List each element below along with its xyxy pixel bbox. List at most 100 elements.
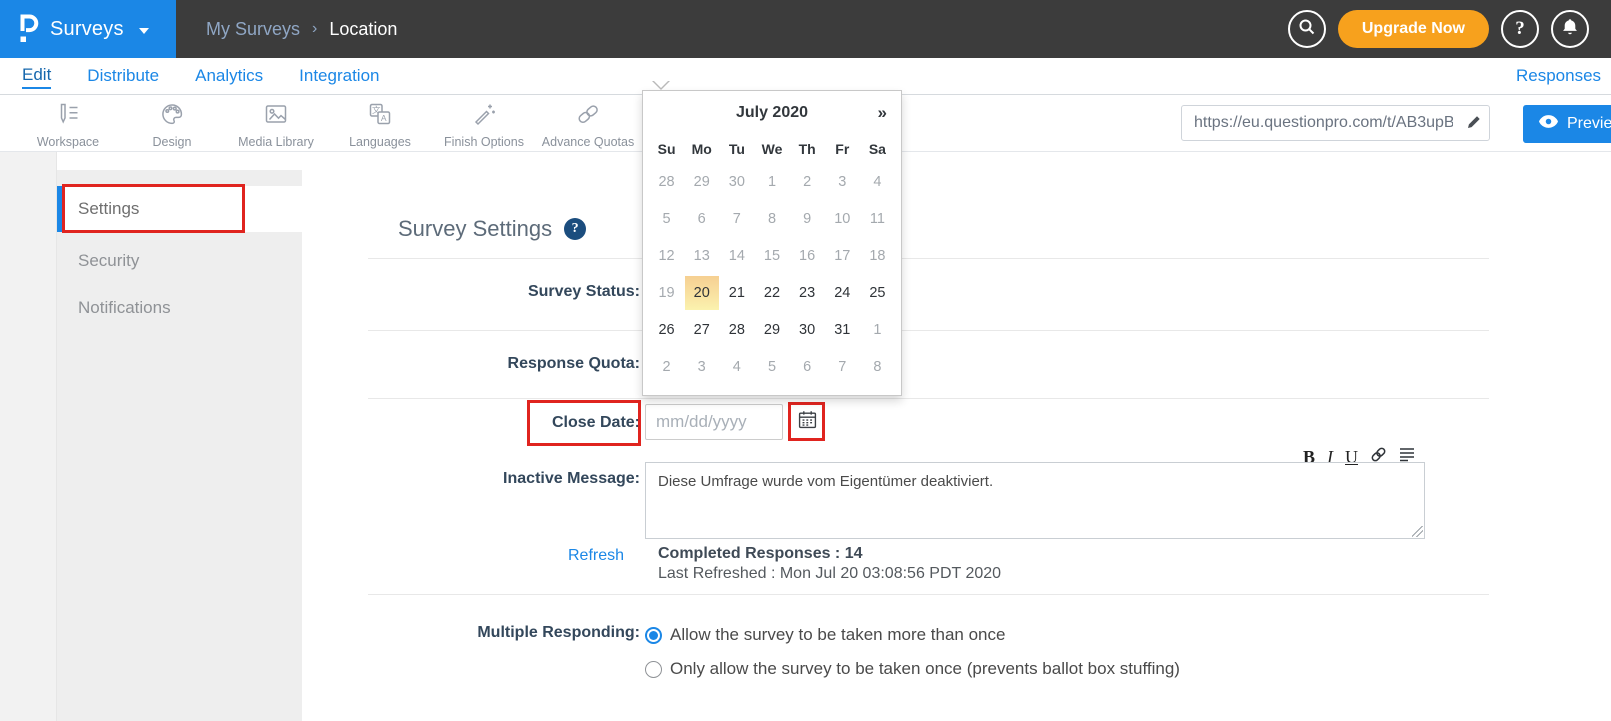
calendar-day-4: 4 [860, 165, 894, 199]
questionpro-logo-icon [16, 12, 40, 47]
radio-label: Allow the survey to be taken more than o… [670, 625, 1005, 645]
survey-url-wrap [1181, 105, 1490, 141]
design-icon [159, 101, 185, 132]
toolbar-item-design[interactable]: Design [120, 95, 224, 151]
calendar-weekday: Th [790, 135, 825, 163]
sidebar-item-notifications[interactable]: Notifications [57, 284, 302, 331]
radio-option-multiple-allowed[interactable]: Allow the survey to be taken more than o… [645, 625, 1005, 645]
calendar-day-28: 28 [650, 165, 684, 199]
responses-link[interactable]: Responses [1516, 66, 1601, 86]
calendar-day-6: 6 [790, 350, 824, 384]
radio-unselected-icon[interactable] [645, 661, 662, 678]
calendar-day-8: 8 [860, 350, 894, 384]
refresh-link[interactable]: Refresh [568, 547, 624, 565]
preview-label: Preview [1567, 115, 1611, 133]
breadcrumb-separator-icon: › [312, 20, 317, 38]
completed-responses-text: Completed Responses : 14 [658, 545, 863, 563]
tab-distribute[interactable]: Distribute [87, 66, 159, 86]
toolbar-label: Finish Options [444, 135, 524, 149]
calendar-day-29: 29 [685, 165, 719, 199]
calendar-weekday: We [754, 135, 789, 163]
datepicker-popup: July 2020 » SuMoTuWeThFrSa 2829301234567… [642, 90, 902, 396]
calendar-day-12: 12 [650, 239, 684, 273]
calendar-day-7: 7 [825, 350, 859, 384]
toolbar-item-workspace[interactable]: Workspace [16, 95, 120, 151]
divider [368, 398, 1489, 399]
survey-url-input[interactable] [1181, 105, 1490, 141]
tab-edit[interactable]: Edit [22, 65, 51, 89]
help-button[interactable]: ? [1501, 10, 1539, 48]
calendar-day-24[interactable]: 24 [825, 276, 859, 310]
next-month-button[interactable]: » [878, 103, 887, 123]
calendar-icon [798, 410, 817, 434]
bell-icon [1561, 18, 1579, 41]
calendar-day-27[interactable]: 27 [685, 313, 719, 347]
datepicker-header: July 2020 » [643, 91, 901, 135]
settings-sidebar: Settings Security Notifications [57, 170, 302, 721]
calendar-day-11: 11 [860, 202, 894, 236]
toolbar-label: Design [153, 135, 192, 149]
preview-button[interactable]: Preview [1523, 105, 1611, 143]
breadcrumb-current: Location [329, 19, 397, 40]
datepicker-month-title: July 2020 [736, 104, 808, 122]
calendar-day-30[interactable]: 30 [790, 313, 824, 347]
calendar-day-29[interactable]: 29 [755, 313, 789, 347]
calendar-day-16: 16 [790, 239, 824, 273]
calendar-day-26[interactable]: 26 [650, 313, 684, 347]
sidebar-item-security[interactable]: Security [57, 237, 302, 284]
settings-help-icon[interactable]: ? [564, 218, 586, 240]
calendar-day-4: 4 [720, 350, 754, 384]
calendar-day-20-today[interactable]: 20 [685, 276, 719, 310]
multiple-responding-label: Multiple Responding: [360, 624, 640, 642]
sidebar-item-settings[interactable]: Settings [57, 186, 302, 232]
breadcrumb-my-surveys[interactable]: My Surveys [206, 19, 300, 40]
advance-quotas-icon [575, 101, 601, 132]
product-label: Surveys [50, 18, 124, 41]
left-gutter [0, 152, 57, 721]
inactive-message-label: Inactive Message: [360, 470, 640, 488]
calendar-day-8: 8 [755, 202, 789, 236]
tab-integration[interactable]: Integration [299, 66, 379, 86]
calendar-day-10: 10 [825, 202, 859, 236]
toolbar-item-finish-options[interactable]: Finish Options [432, 95, 536, 151]
calendar-day-3: 3 [685, 350, 719, 384]
question-mark-icon: ? [1515, 18, 1525, 40]
radio-label: Only allow the survey to be taken once (… [670, 659, 1180, 679]
finish-options-icon [471, 101, 497, 132]
toolbar-item-advance-quotas[interactable]: Advance Quotas [536, 95, 640, 151]
search-icon [1298, 18, 1316, 41]
survey-status-label: Survey Status: [360, 283, 640, 301]
calendar-day-30: 30 [720, 165, 754, 199]
calendar-weekday-row: SuMoTuWeThFrSa [643, 135, 901, 163]
calendar-day-31[interactable]: 31 [825, 313, 859, 347]
calendar-weekday: Su [649, 135, 684, 163]
radio-option-once-only[interactable]: Only allow the survey to be taken once (… [645, 659, 1180, 679]
close-date-input[interactable] [645, 404, 783, 440]
calendar-day-25[interactable]: 25 [860, 276, 894, 310]
languages-icon: 文 A [367, 101, 393, 132]
calendar-day-23[interactable]: 23 [790, 276, 824, 310]
calendar-picker-button[interactable] [793, 406, 821, 438]
calendar-day-28[interactable]: 28 [720, 313, 754, 347]
toolbar-item-media-library[interactable]: Media Library [224, 95, 328, 151]
calendar-day-21[interactable]: 21 [720, 276, 754, 310]
inactive-message-textarea[interactable]: Diese Umfrage wurde vom Eigentümer deakt… [645, 462, 1425, 539]
toolbar-item-languages[interactable]: 文 A Languages [328, 95, 432, 151]
product-switcher[interactable]: Surveys [0, 0, 176, 58]
edit-url-pencil-icon[interactable] [1466, 114, 1482, 135]
toolbar-label: Advance Quotas [542, 135, 634, 149]
divider [368, 330, 1489, 331]
search-button[interactable] [1288, 10, 1326, 48]
calendar-day-22[interactable]: 22 [755, 276, 789, 310]
calendar-day-19: 19 [650, 276, 684, 310]
radio-selected-icon[interactable] [645, 627, 662, 644]
upgrade-now-button[interactable]: Upgrade Now [1338, 10, 1489, 48]
notifications-button[interactable] [1551, 10, 1589, 48]
calendar-grid: 2829301234567891011121314151617181920212… [643, 163, 901, 385]
tab-analytics[interactable]: Analytics [195, 66, 263, 86]
calendar-day-14: 14 [720, 239, 754, 273]
toolbar-label: Workspace [37, 135, 99, 149]
page-title: Survey Settings [398, 216, 552, 242]
navbar-actions: Upgrade Now ? [1288, 10, 1611, 48]
calendar-day-5: 5 [650, 202, 684, 236]
